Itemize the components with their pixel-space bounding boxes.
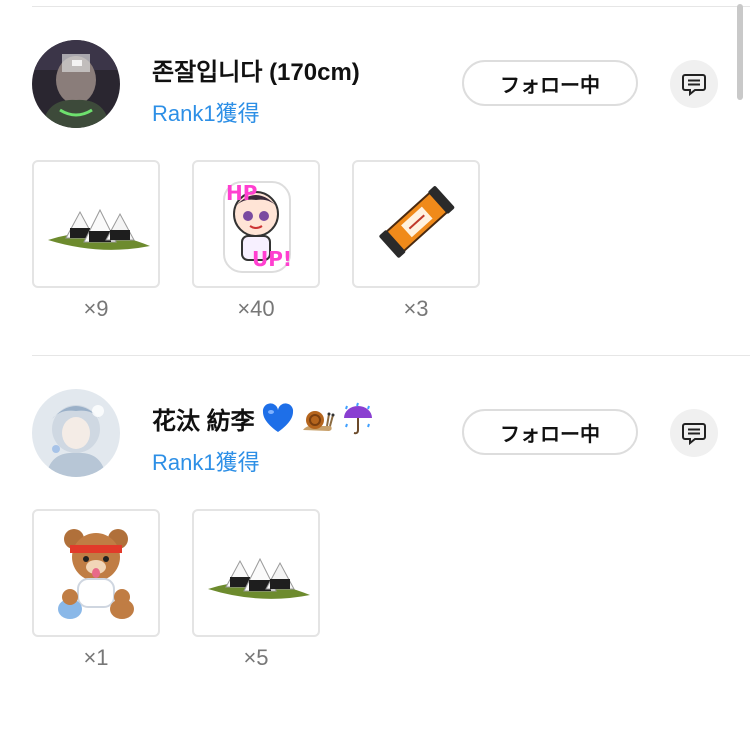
username-text: 花汰 紡李 xyxy=(152,408,255,435)
hp-up-sticker-icon: HP UP! xyxy=(223,181,292,273)
rice-balls-on-leaf-icon xyxy=(48,208,150,250)
gift-box: HP UP! xyxy=(192,160,320,288)
gift-box xyxy=(32,160,160,288)
gift-box xyxy=(192,509,320,637)
username[interactable]: 花汰 紡李 xyxy=(152,401,375,436)
gift-count: ×40 xyxy=(237,296,275,321)
svg-text:HP: HP xyxy=(226,181,257,205)
gift-count: ×1 xyxy=(83,645,109,670)
message-icon xyxy=(682,423,706,446)
svg-text:UP!: UP! xyxy=(252,247,292,271)
username[interactable]: 존잘입니다 (170cm) xyxy=(152,52,360,87)
username-text: 존잘입니다 (170cm) xyxy=(152,59,360,86)
avatar[interactable] xyxy=(32,389,120,477)
gift-item[interactable]: ×1 xyxy=(32,509,160,671)
message-button[interactable] xyxy=(670,409,718,457)
top-divider xyxy=(32,6,750,7)
section-divider xyxy=(32,355,750,356)
blue-heart-icon xyxy=(262,402,293,432)
umbrella-rain-icon xyxy=(343,402,372,434)
rice-balls-on-leaf-icon xyxy=(208,557,310,599)
gift-item[interactable]: HP UP! ×40 xyxy=(192,160,320,322)
rank-label: Rank1獲得 xyxy=(152,101,260,126)
following-button[interactable]: フォロー中 xyxy=(462,60,638,106)
gift-box xyxy=(32,509,160,637)
gift-item[interactable]: ×9 xyxy=(32,160,160,322)
gift-list: ×1 ×5 xyxy=(32,509,320,671)
following-button[interactable]: フォロー中 xyxy=(462,409,638,455)
snail-icon xyxy=(302,410,335,431)
rank-label: Rank1獲得 xyxy=(152,450,260,475)
gift-item[interactable]: ×3 xyxy=(352,160,480,322)
gift-list: ×9 HP UP! ×40 ×3 xyxy=(32,160,480,322)
gift-box xyxy=(352,160,480,288)
gift-count: ×3 xyxy=(403,296,429,321)
gift-count: ×9 xyxy=(83,296,109,321)
gift-count: ×5 xyxy=(243,645,269,670)
orange-scroll-icon xyxy=(379,186,455,258)
message-button[interactable] xyxy=(670,60,718,108)
user-card: 花汰 紡李 Rank1獲得 フォロー中 ×1 ×5 xyxy=(0,389,750,729)
message-icon xyxy=(682,74,706,97)
teddy-bear-icon xyxy=(58,529,134,619)
gift-item[interactable]: ×5 xyxy=(192,509,320,671)
avatar[interactable] xyxy=(32,40,120,128)
user-card: 존잘입니다 (170cm) Rank1獲得 フォロー中 ×9 HP UP! ×4… xyxy=(0,40,750,380)
